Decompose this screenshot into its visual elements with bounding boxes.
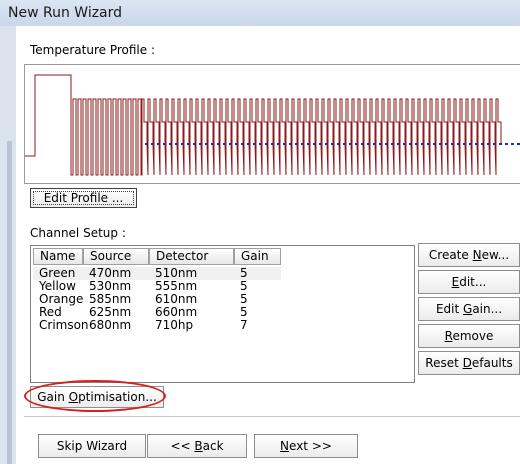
acquire-marker bbox=[469, 143, 472, 145]
acquire-marker bbox=[175, 143, 178, 145]
acquire-marker bbox=[199, 143, 202, 145]
acquire-marker bbox=[145, 143, 148, 145]
acquire-marker bbox=[187, 143, 190, 145]
acquire-marker bbox=[403, 143, 406, 145]
channel-row[interactable]: Crimson 680nm 710hp 7 bbox=[33, 319, 281, 332]
profile-chart bbox=[25, 74, 520, 176]
left-border bbox=[0, 26, 16, 464]
acquire-marker bbox=[235, 143, 238, 145]
acquire-marker bbox=[313, 143, 316, 145]
acquire-marker bbox=[169, 143, 172, 145]
acquire-marker bbox=[361, 143, 364, 145]
edit-gain-button[interactable]: Edit Gain... bbox=[418, 297, 520, 321]
gain-optimisation-button[interactable]: Gain Optimisation... bbox=[30, 386, 164, 408]
acquire-marker bbox=[433, 143, 436, 145]
reset-defaults-button[interactable]: Reset Defaults bbox=[418, 351, 520, 375]
acquire-marker bbox=[409, 143, 412, 145]
acquire-marker bbox=[373, 143, 376, 145]
acquire-marker bbox=[193, 143, 196, 145]
acquire-marker bbox=[223, 143, 226, 145]
column-header-source[interactable]: Source bbox=[83, 248, 149, 265]
column-header-detector[interactable]: Detector bbox=[149, 248, 234, 265]
acquire-marker bbox=[181, 143, 184, 145]
acquire-marker bbox=[301, 143, 304, 145]
acquire-marker bbox=[295, 143, 298, 145]
acquire-marker bbox=[229, 143, 232, 145]
acquire-marker bbox=[427, 143, 430, 145]
skip-wizard-button[interactable]: Skip Wizard bbox=[38, 434, 146, 458]
acquire-marker bbox=[289, 143, 292, 145]
title-bar: New Run Wizard bbox=[0, 0, 520, 27]
acquire-marker bbox=[385, 143, 388, 145]
channel-list[interactable]: Name Source Detector Gain Green 470nm 51… bbox=[30, 245, 415, 383]
acquire-marker bbox=[505, 143, 508, 145]
acquire-marker bbox=[337, 143, 340, 145]
acquire-marker bbox=[343, 143, 346, 145]
acquire-marker bbox=[151, 143, 154, 145]
remove-button[interactable]: Remove bbox=[418, 324, 520, 348]
acquire-marker bbox=[211, 143, 214, 145]
acquire-marker bbox=[493, 143, 496, 145]
acquire-marker bbox=[439, 143, 442, 145]
acquire-marker bbox=[331, 143, 334, 145]
acquire-marker bbox=[253, 143, 256, 145]
acquire-marker bbox=[463, 143, 466, 145]
back-button[interactable]: << Back bbox=[147, 434, 247, 458]
column-header-gain[interactable]: Gain bbox=[234, 248, 281, 265]
acquire-marker bbox=[457, 143, 460, 145]
edit-channel-button[interactable]: Edit... bbox=[418, 270, 520, 294]
acquire-marker bbox=[163, 143, 166, 145]
create-new-button[interactable]: Create New... bbox=[418, 243, 520, 267]
acquire-marker bbox=[451, 143, 454, 145]
acquire-marker bbox=[265, 143, 268, 145]
channel-setup-label: Channel Setup : bbox=[30, 226, 126, 240]
acquire-marker bbox=[319, 143, 322, 145]
column-header-name[interactable]: Name bbox=[33, 248, 83, 265]
window-title: New Run Wizard bbox=[8, 5, 123, 21]
acquire-marker bbox=[247, 143, 250, 145]
acquire-marker bbox=[511, 143, 514, 145]
acquire-marker bbox=[349, 143, 352, 145]
acquire-marker bbox=[445, 143, 448, 145]
acquire-marker bbox=[421, 143, 424, 145]
acquire-marker bbox=[391, 143, 394, 145]
acquire-marker bbox=[259, 143, 262, 145]
temperature-profile-line bbox=[25, 74, 502, 176]
temperature-profile-label: Temperature Profile : bbox=[30, 43, 155, 57]
acquire-marker bbox=[157, 143, 160, 145]
acquire-marker bbox=[277, 143, 280, 145]
acquire-marker bbox=[271, 143, 274, 145]
acquire-marker bbox=[379, 143, 382, 145]
temperature-profile-graph bbox=[24, 64, 520, 184]
acquire-marker bbox=[367, 143, 370, 145]
acquire-marker bbox=[481, 143, 484, 145]
acquire-marker bbox=[499, 143, 502, 145]
separator-line bbox=[24, 416, 520, 417]
acquire-marker bbox=[307, 143, 310, 145]
next-button[interactable]: Next >> bbox=[254, 434, 358, 458]
edit-profile-button[interactable]: Edit Profile ... bbox=[30, 188, 137, 208]
acquire-marker bbox=[325, 143, 328, 145]
acquire-marker bbox=[283, 143, 286, 145]
acquire-marker bbox=[415, 143, 418, 145]
acquire-marker bbox=[355, 143, 358, 145]
acquire-marker bbox=[487, 143, 490, 145]
acquire-marker bbox=[397, 143, 400, 145]
acquire-marker bbox=[241, 143, 244, 145]
acquire-marker bbox=[205, 143, 208, 145]
acquire-marker bbox=[217, 143, 220, 145]
acquire-marker bbox=[475, 143, 478, 145]
